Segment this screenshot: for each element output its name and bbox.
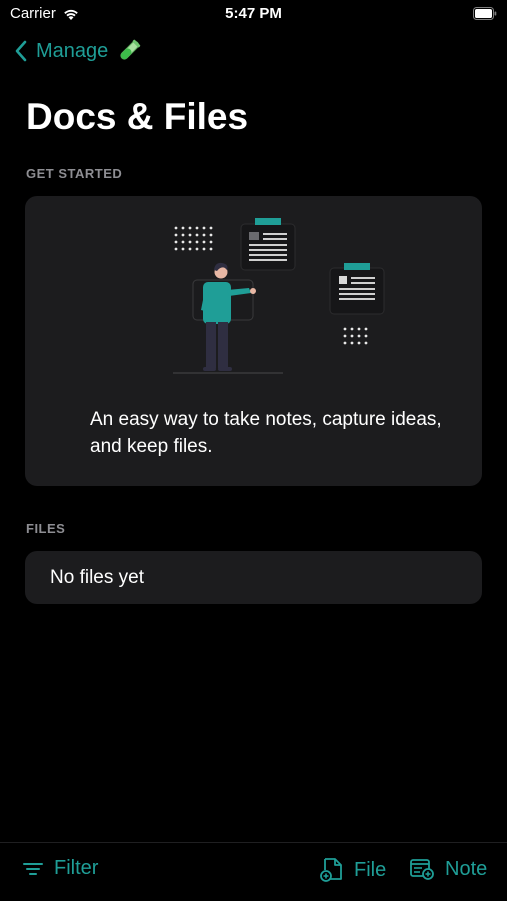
chevron-left-icon xyxy=(15,40,27,62)
person-with-documents-illustration xyxy=(173,218,385,374)
add-file-button-label: File xyxy=(354,858,387,881)
filter-icon xyxy=(23,862,43,875)
status-time: 5:47 PM xyxy=(225,5,282,22)
filter-button-label: Filter xyxy=(54,857,99,879)
test-tube-icon xyxy=(120,39,141,60)
bottom-toolbar: Filter File Note xyxy=(0,842,507,901)
add-note-button[interactable]: Note xyxy=(409,857,487,881)
files-list: No files yet xyxy=(25,551,482,604)
get-started-description: An easy way to take notes, capture ideas… xyxy=(90,409,442,457)
add-file-icon xyxy=(320,858,342,882)
get-started-header: GET STARTED xyxy=(26,166,123,181)
filter-button[interactable]: Filter xyxy=(22,857,98,880)
back-button-label: Manage xyxy=(36,39,109,62)
get-started-card: An easy way to take notes, capture ideas… xyxy=(25,196,482,486)
back-button[interactable]: Manage xyxy=(14,38,142,64)
empty-files-message: No files yet xyxy=(50,567,144,588)
status-bar: Carrier 5:47 PM xyxy=(0,0,507,28)
add-note-button-label: Note xyxy=(445,857,488,880)
battery-icon xyxy=(473,7,497,20)
add-file-button[interactable]: File xyxy=(320,857,386,883)
files-header: FILES xyxy=(26,521,66,536)
page-title: Docs & Files xyxy=(26,96,249,137)
add-note-icon xyxy=(410,859,434,880)
